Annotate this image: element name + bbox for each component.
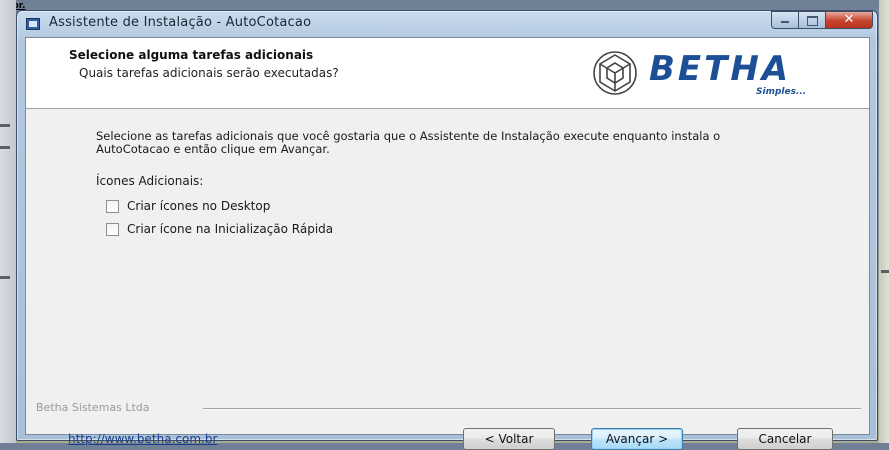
back-button[interactable]: < Voltar bbox=[463, 428, 555, 450]
desktop-tick bbox=[0, 276, 10, 279]
desktop-background-left bbox=[0, 0, 16, 443]
desktop-icons-label[interactable]: Criar ícones no Desktop bbox=[127, 199, 270, 213]
logo-wordmark: BETHA bbox=[649, 49, 792, 89]
close-button[interactable]: ✕ bbox=[825, 11, 873, 29]
title-bar[interactable]: Assistente de Instalação - AutoCotacao ✕ bbox=[17, 11, 877, 37]
instructions-text: Selecione as tarefas adicionais que você… bbox=[96, 129, 721, 156]
cancel-button[interactable]: Cancelar bbox=[737, 428, 833, 450]
quick-launch-label[interactable]: Criar ícone na Inicialização Rápida bbox=[127, 222, 333, 236]
page-subtitle: Quais tarefas adicionais serão executada… bbox=[79, 66, 339, 80]
close-icon: ✕ bbox=[843, 12, 855, 27]
betha-logo: BETHA Simples... bbox=[586, 46, 856, 100]
option-quick-launch-icon[interactable]: Criar ícone na Inicialização Rápida bbox=[106, 221, 333, 237]
next-button[interactable]: Avançar > bbox=[591, 428, 683, 450]
page-title: Selecione alguma tarefas adicionais bbox=[69, 48, 314, 62]
desktop-icons-checkbox[interactable] bbox=[106, 199, 119, 213]
logo-tagline: Simples... bbox=[756, 87, 807, 97]
additional-icons-label: Ícones Adicionais: bbox=[96, 174, 204, 188]
wizard-client-area: Selecione alguma tarefas adicionais Quai… bbox=[25, 37, 870, 450]
setup-app-icon[interactable] bbox=[26, 18, 40, 30]
installer-window: Assistente de Instalação - AutoCotacao ✕… bbox=[16, 10, 878, 450]
desktop-background-right bbox=[879, 0, 889, 443]
minimize-button[interactable] bbox=[771, 11, 798, 29]
maximize-button[interactable] bbox=[798, 11, 825, 29]
option-desktop-icons[interactable]: Criar ícones no Desktop bbox=[106, 198, 270, 214]
footer-divider bbox=[203, 408, 861, 410]
quick-launch-checkbox[interactable] bbox=[106, 222, 119, 236]
window-title: Assistente de Instalação - AutoCotacao bbox=[49, 15, 312, 30]
website-link[interactable]: http://www.betha.com.br bbox=[68, 432, 217, 446]
desktop-tick bbox=[881, 270, 889, 273]
desktop-tick bbox=[0, 146, 10, 149]
wizard-header: Selecione alguma tarefas adicionais Quai… bbox=[26, 38, 869, 109]
betha-cube-icon bbox=[593, 51, 637, 95]
desktop-tick bbox=[0, 124, 10, 127]
company-caption: Betha Sistemas Ltda bbox=[36, 401, 150, 414]
window-controls: ✕ bbox=[771, 11, 873, 30]
